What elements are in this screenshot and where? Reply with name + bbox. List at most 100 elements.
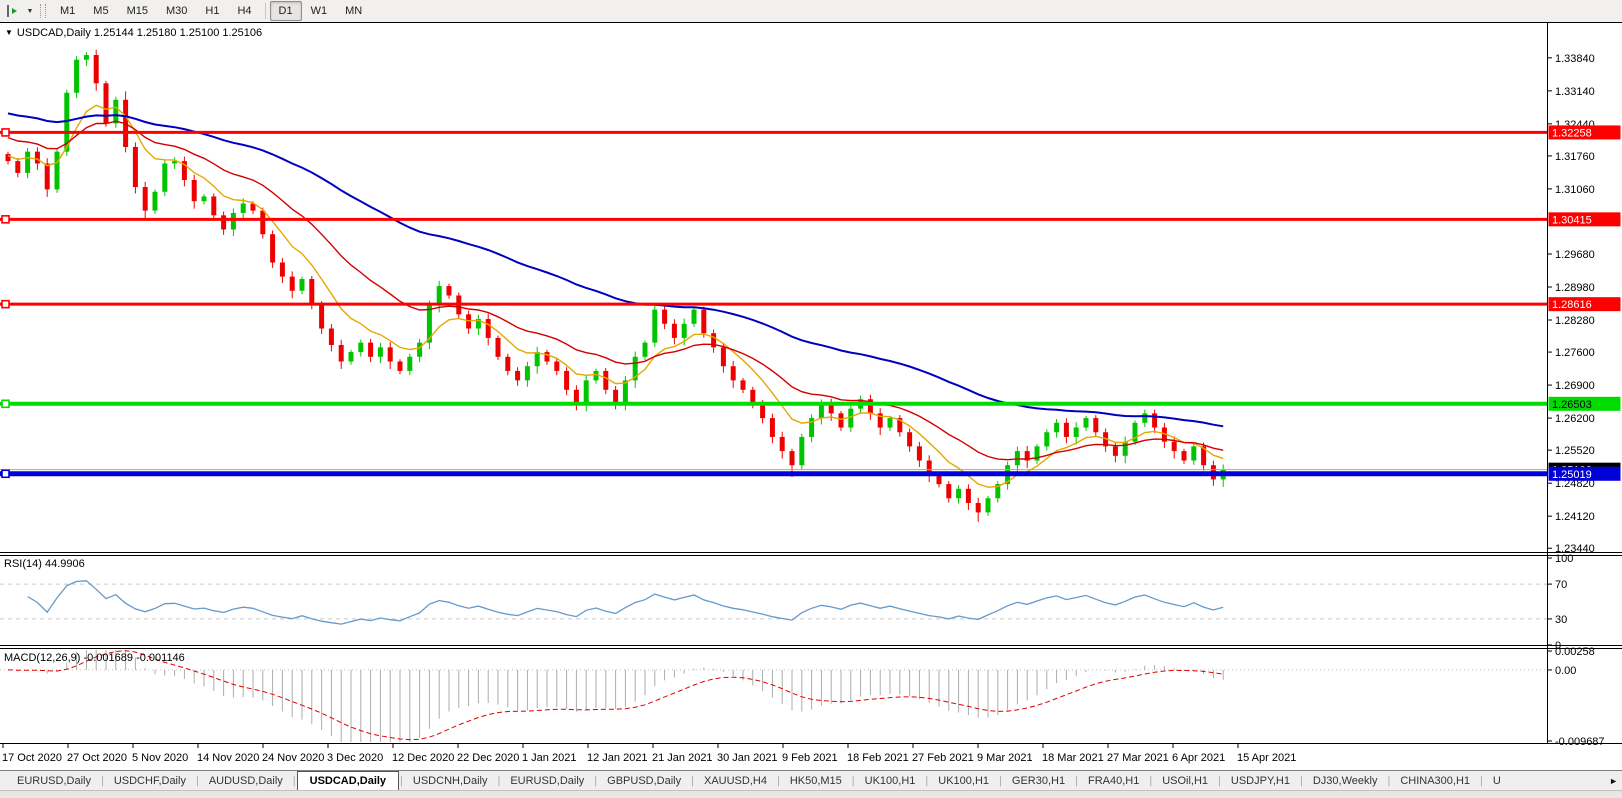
- candle-body: [280, 262, 285, 276]
- price-badge-1.28616: 1.28616: [1552, 299, 1592, 311]
- tab-uk100-h1[interactable]: UK100,H1: [856, 772, 925, 790]
- tab-usoil-h1[interactable]: USOil,H1: [1153, 772, 1217, 790]
- date-axis-label: 27 Mar 2021: [1107, 752, 1169, 764]
- horizontal-line-handle[interactable]: [2, 216, 9, 223]
- chart-scroll-icon[interactable]: [2, 3, 22, 19]
- price-axis-label: 1.24120: [1555, 511, 1595, 523]
- price-axis-label: 1.28280: [1555, 315, 1595, 327]
- tab-hk50-m15[interactable]: HK50,M15: [781, 772, 851, 790]
- candle-body: [339, 345, 344, 362]
- candle-body: [398, 362, 403, 371]
- date-axis-label: 1 Jan 2021: [522, 752, 576, 764]
- rsi-axis-label: 100: [1555, 553, 1573, 565]
- candle-body: [1093, 418, 1098, 432]
- toolbar-separator: [265, 3, 266, 19]
- candle-body: [731, 366, 736, 380]
- tab-dj30-weekly[interactable]: DJ30,Weekly: [1304, 772, 1387, 790]
- candle-body: [211, 196, 216, 215]
- price-axis-label: 1.33140: [1555, 86, 1595, 98]
- toolbar-caret-down-icon[interactable]: ▼: [22, 8, 38, 15]
- tab-gbpusd-daily[interactable]: GBPUSD,Daily: [598, 772, 690, 790]
- candle-body: [1015, 451, 1020, 465]
- symbol-tabs: EURUSD,Daily|USDCHF,Daily|AUDUSD,Daily|U…: [8, 771, 1510, 791]
- candle-body: [535, 352, 540, 366]
- macd-axis-label: 0.00: [1555, 665, 1576, 677]
- candle-body: [1054, 423, 1059, 432]
- candle-body: [349, 352, 354, 361]
- chart-title: ▼USDCAD,Daily 1.25144 1.25180 1.25100 1.…: [5, 27, 262, 39]
- tab-china300-h1[interactable]: CHINA300,H1: [1391, 772, 1479, 790]
- price-axis-label: 1.25520: [1555, 445, 1595, 457]
- timeframe-toolbar: ▼ M1M5M15M30H1H4 D1W1MN: [0, 0, 1622, 22]
- candle-body: [946, 484, 951, 498]
- price-badge-1.25019: 1.25019: [1552, 469, 1592, 481]
- candle-body: [819, 404, 824, 418]
- timeframe-button-m5[interactable]: M5: [84, 1, 117, 21]
- horizontal-line-handle[interactable]: [2, 400, 9, 407]
- candle-body: [143, 187, 148, 211]
- candle-body: [221, 215, 226, 229]
- timeframe-button-h4[interactable]: H4: [228, 1, 260, 21]
- macd-axis-label: -0.009687: [1555, 736, 1605, 748]
- tab-usdchf-daily[interactable]: USDCHF,Daily: [105, 772, 195, 790]
- tab-usdcad-daily[interactable]: USDCAD,Daily: [297, 771, 399, 791]
- candle-body: [1084, 418, 1089, 427]
- tab-xauusd-h4[interactable]: XAUUSD,H4: [695, 772, 776, 790]
- candle-body: [505, 357, 510, 371]
- date-axis-label: 18 Feb 2021: [847, 752, 909, 764]
- price-chart-svg[interactable]: 1.338401.331401.324401.317601.310601.296…: [0, 22, 1622, 770]
- timeframe-buttons: M1M5M15M30H1H4 D1W1MN: [51, 1, 371, 21]
- timeframe-button-h1[interactable]: H1: [196, 1, 228, 21]
- tab-scroll-right-icon[interactable]: ►: [1609, 776, 1618, 786]
- timeframe-button-w1[interactable]: W1: [302, 1, 337, 21]
- timeframe-button-mn[interactable]: MN: [336, 1, 371, 21]
- candle-body: [564, 371, 569, 390]
- candle-body: [437, 286, 442, 305]
- candle-body: [162, 163, 167, 191]
- candle-body: [584, 380, 589, 404]
- date-axis-label: 12 Dec 2020: [392, 752, 454, 764]
- date-axis-label: 9 Mar 2021: [977, 752, 1033, 764]
- candle-body: [74, 60, 79, 93]
- chart-scroll-icon-svg: [5, 4, 19, 18]
- candle-body: [260, 211, 265, 235]
- toolbar-grip[interactable]: [40, 4, 46, 18]
- price-axis-label: 1.31060: [1555, 184, 1595, 196]
- candle-body: [1142, 413, 1147, 422]
- date-axis-label: 17 Oct 2020: [2, 752, 62, 764]
- date-axis-label: 9 Feb 2021: [782, 752, 838, 764]
- candle-body: [358, 343, 363, 352]
- price-axis-label: 1.29680: [1555, 249, 1595, 261]
- tab-audusd-daily[interactable]: AUDUSD,Daily: [200, 772, 292, 790]
- horizontal-line-handle[interactable]: [2, 301, 9, 308]
- price-axis-label: 1.33840: [1555, 53, 1595, 65]
- candle-body: [417, 343, 422, 357]
- candle-body: [554, 362, 559, 371]
- tab-usdcnh-daily[interactable]: USDCNH,Daily: [404, 772, 497, 790]
- timeframe-button-m30[interactable]: M30: [157, 1, 196, 21]
- tab-ger30-h1[interactable]: GER30,H1: [1003, 772, 1074, 790]
- tab-u[interactable]: U: [1484, 772, 1510, 790]
- candle-body: [721, 347, 726, 366]
- tab-eurusd-daily[interactable]: EURUSD,Daily: [501, 772, 593, 790]
- title-caret-icon[interactable]: ▼: [5, 28, 13, 37]
- date-axis-label: 24 Nov 2020: [262, 752, 324, 764]
- candle-body: [643, 343, 648, 357]
- tab-eurusd-daily[interactable]: EURUSD,Daily: [8, 772, 100, 790]
- tab-uk100-h1[interactable]: UK100,H1: [929, 772, 998, 790]
- timeframe-button-d1[interactable]: D1: [270, 1, 302, 21]
- horizontal-line-handle[interactable]: [2, 470, 9, 477]
- candle-body: [956, 489, 961, 498]
- tab-fra40-h1[interactable]: FRA40,H1: [1079, 772, 1148, 790]
- horizontal-line-handle[interactable]: [2, 129, 9, 136]
- timeframe-button-m1[interactable]: M1: [51, 1, 84, 21]
- date-axis-label: 3 Dec 2020: [327, 752, 383, 764]
- candle-body: [133, 147, 138, 187]
- candle-body: [966, 489, 971, 503]
- tab-usdjpy-h1[interactable]: USDJPY,H1: [1222, 772, 1299, 790]
- candle-body: [319, 305, 324, 329]
- candle-body: [35, 152, 40, 164]
- timeframe-button-m15[interactable]: M15: [118, 1, 157, 21]
- candle-body: [701, 310, 706, 334]
- candle-body: [15, 161, 20, 173]
